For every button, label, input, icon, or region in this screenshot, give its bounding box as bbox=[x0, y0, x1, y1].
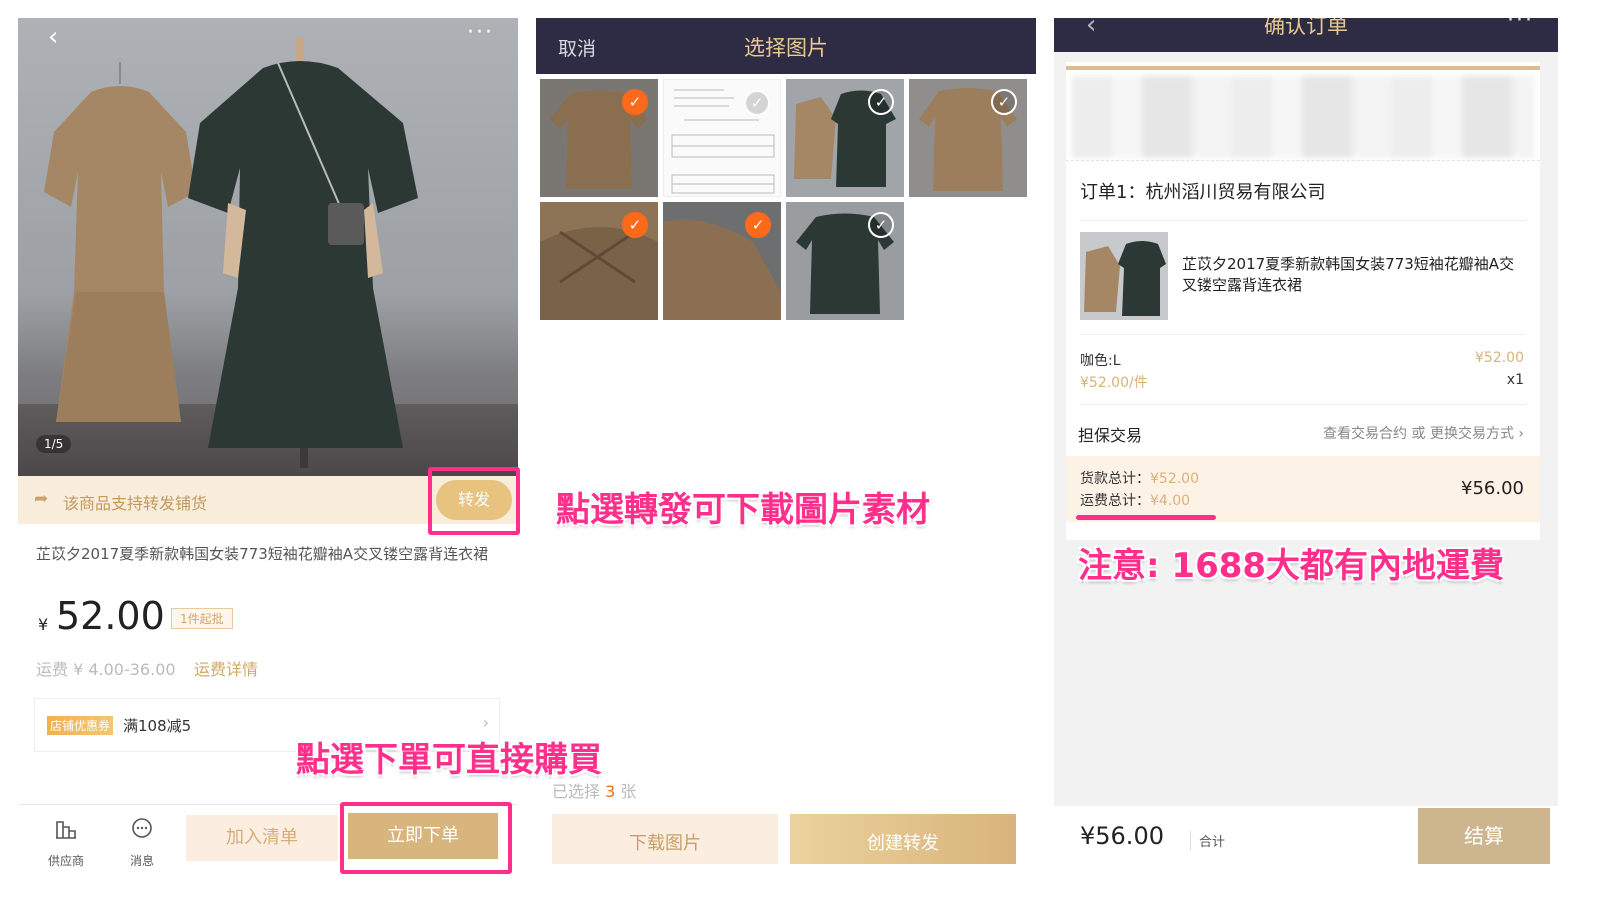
thumbnail[interactable]: ✓ bbox=[663, 79, 781, 197]
share-arrow-icon: ➦ bbox=[34, 489, 49, 509]
address-block-blurred[interactable] bbox=[1072, 76, 1534, 158]
divider bbox=[1080, 404, 1526, 405]
building-icon bbox=[36, 817, 96, 848]
shipping-range: 运费 ¥ 4.00-36.00 bbox=[36, 660, 176, 679]
checkout-bar: ¥56.00 合计 结算 bbox=[1054, 806, 1558, 888]
tab-message-label: 消息 bbox=[129, 854, 154, 868]
confirm-order-screen: ‹ 确认订单 ··· 订单1：杭州滔川贸易有限公司 芷苡夕2017夏季新款韩国女… bbox=[1054, 18, 1558, 888]
divider bbox=[1080, 334, 1526, 335]
checkmark-icon[interactable]: ✓ bbox=[868, 212, 894, 238]
checkmark-icon[interactable]: ✓ bbox=[868, 89, 894, 115]
item-spec: 咖色:L bbox=[1080, 353, 1121, 369]
checkout-button[interactable]: 结算 bbox=[1418, 808, 1550, 864]
item-name: 芷苡夕2017夏季新款韩国女装773短袖花瓣袖A交叉镂空露背连衣裙 bbox=[1182, 255, 1515, 294]
totals-box: 货款总计：¥52.00 运费总计：¥4.00 ¥56.00 bbox=[1066, 456, 1540, 522]
forward-annotation: 點選轉發可下載圖片素材 bbox=[556, 490, 930, 530]
moq-badge: 1件起批 bbox=[171, 608, 233, 629]
thumbnail[interactable]: ✓ bbox=[786, 202, 904, 320]
order-sum: ¥56.00 bbox=[1461, 478, 1524, 499]
confirm-header: ‹ 确认订单 ··· bbox=[1054, 18, 1558, 52]
unit-price: ¥52.00/件 bbox=[1080, 375, 1148, 391]
selected-number: 3 bbox=[605, 782, 616, 801]
grand-total-label: 合计 bbox=[1190, 831, 1225, 850]
thumbnail[interactable]: ✓ bbox=[663, 202, 781, 320]
divider bbox=[1066, 160, 1540, 161]
more-icon[interactable]: ··· bbox=[1507, 18, 1534, 33]
goods-total: ¥52.00 bbox=[1150, 471, 1199, 487]
escrow-options-link[interactable]: 查看交易合约 或 更换交易方式 › bbox=[1323, 423, 1524, 443]
line-total: ¥52.00 bbox=[1475, 350, 1524, 366]
thumbnail[interactable]: ✓ bbox=[909, 79, 1027, 197]
thumbnail[interactable]: ✓ bbox=[786, 79, 904, 197]
quantity: x1 bbox=[1506, 372, 1524, 388]
checkmark-icon[interactable]: ✓ bbox=[622, 89, 648, 115]
address-divider bbox=[1066, 66, 1540, 70]
checkmark-icon[interactable]: ✓ bbox=[744, 90, 770, 116]
add-to-list-button[interactable]: 加入清单 bbox=[186, 815, 338, 861]
chevron-right-icon: › bbox=[482, 713, 489, 732]
select-images-screen: 取消 选择图片 ✓ ✓ ✓ ✓ ✓ ✓ ✓ 已选择 3 张 下载图片 创建转发 bbox=[536, 18, 1036, 888]
item-thumbnail bbox=[1080, 232, 1168, 320]
freight-underline bbox=[1076, 515, 1216, 520]
price-currency: ¥ bbox=[38, 615, 49, 634]
green-dress-image bbox=[188, 38, 418, 468]
chat-bubble-icon bbox=[112, 817, 172, 848]
order-annotation: 點選下單可直接購買 bbox=[296, 740, 602, 780]
order-header: 订单1：杭州滔川贸易有限公司 bbox=[1080, 182, 1326, 203]
checkmark-icon[interactable]: ✓ bbox=[991, 89, 1017, 115]
create-forward-button[interactable]: 创建转发 bbox=[790, 814, 1016, 864]
forward-banner-text: 该商品支持转发铺货 bbox=[63, 494, 208, 513]
picker-title: 选择图片 bbox=[744, 36, 828, 60]
product-image-carousel[interactable]: ‹ ··· 1/5 bbox=[18, 18, 518, 476]
checkmark-icon[interactable]: ✓ bbox=[622, 212, 648, 238]
image-counter: 1/5 bbox=[36, 435, 72, 453]
coupon-text: 满108减5 bbox=[123, 717, 192, 735]
freight-total: ¥4.00 bbox=[1150, 493, 1191, 509]
goods-total-row: 货款总计：¥52.00 bbox=[1080, 471, 1199, 487]
coupon-tag: 店铺优惠券 bbox=[47, 716, 114, 735]
forward-highlight bbox=[428, 467, 520, 535]
thumbnail[interactable]: ✓ bbox=[540, 79, 658, 197]
tab-message[interactable]: 消息 bbox=[112, 817, 172, 869]
order-card: 订单1：杭州滔川贸易有限公司 芷苡夕2017夏季新款韩国女装773短袖花瓣袖A交… bbox=[1066, 62, 1540, 540]
selected-count: 已选择 3 张 bbox=[552, 782, 637, 801]
product-price: 52.00 bbox=[56, 594, 165, 638]
tab-supplier[interactable]: 供应商 bbox=[36, 817, 96, 869]
back-icon[interactable]: ‹ bbox=[48, 22, 58, 52]
freight-total-row: 运费总计：¥4.00 bbox=[1080, 493, 1191, 509]
shipping-details-link[interactable]: 运费详情 bbox=[194, 656, 258, 680]
confirm-title: 确认订单 bbox=[1264, 18, 1348, 38]
shipping-annotation: 注意: 1688大都有內地運費 bbox=[1078, 546, 1505, 586]
download-images-button[interactable]: 下载图片 bbox=[552, 814, 778, 864]
tab-supplier-label: 供应商 bbox=[47, 854, 84, 868]
thumbnail[interactable]: ✓ bbox=[540, 202, 658, 320]
more-icon[interactable]: ··· bbox=[467, 20, 494, 45]
escrow-label: 担保交易 bbox=[1078, 426, 1143, 445]
grand-total: ¥56.00 bbox=[1080, 822, 1164, 850]
order-highlight bbox=[340, 802, 512, 874]
picker-header: 取消 选择图片 bbox=[536, 18, 1036, 74]
divider bbox=[1080, 220, 1526, 221]
product-title: 芷苡夕2017夏季新款韩国女装773短袖花瓣袖A交叉镂空露背连衣裙 bbox=[36, 545, 489, 563]
checkmark-icon[interactable]: ✓ bbox=[745, 212, 771, 238]
